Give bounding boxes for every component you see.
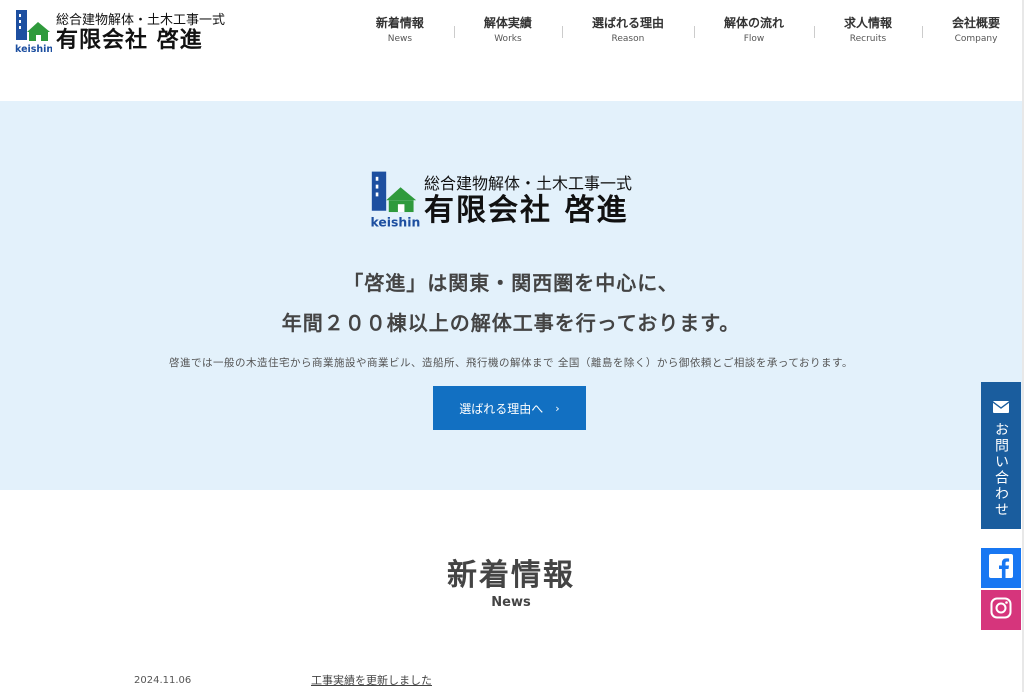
nav-item-reason[interactable]: 選ばれる理由 Reason [561,14,694,46]
site-header: keishin 総合建物解体・土木工事一式 有限会社 啓進 新着情報 News … [0,0,1024,100]
logo-tagline: 総合建物解体・土木工事一式 [56,13,226,28]
site-logo[interactable]: keishin 総合建物解体・土木工事一式 有限会社 啓進 [14,8,226,55]
hero-logo-tagline: 総合建物解体・土木工事一式 [424,174,633,193]
nav-item-sublabel: Works [494,34,522,44]
news-date: 2024.11.06 [134,674,192,686]
news-subtitle: News [491,595,531,610]
logo-mark-icon: keishin [14,8,53,55]
hero-logo: keishin 総合建物解体・土木工事一式 有限会社 啓進 [368,169,632,229]
nav-item-label: 求人情報 [843,16,892,30]
nav-item-label: 選ばれる理由 [591,16,664,30]
facebook-icon [989,554,1013,582]
news-title: 新着情報 [447,558,575,593]
nav-item-label: 会社概要 [951,16,1000,30]
hero-description: 啓進では一般の木造住宅から商業施設や商業ビル、造船所、飛行機の解体まで 全国（離… [169,357,853,369]
nav-item-label: 解体実績 [483,16,532,30]
news-link[interactable]: 工事実績を更新しました [311,672,432,688]
instagram-icon [990,597,1012,623]
global-nav: 新着情報 News 解体実績 Works 選ばれる理由 Reason 解体の流れ… [376,14,1000,46]
logo-company-name: 有限会社 啓進 [56,28,203,53]
nav-item-recruits[interactable]: 求人情報 Recruits [813,14,922,46]
nav-item-sublabel: Reason [611,34,645,44]
nav-item-sublabel: Flow [743,34,765,44]
nav-item-label: 新着情報 [375,16,424,30]
hero-logo-company-name: 有限会社 啓進 [424,193,629,228]
nav-item-sublabel: Recruits [849,34,887,44]
nav-item-company[interactable]: 会社概要 Company [921,14,1000,46]
nav-item-flow[interactable]: 解体の流れ Flow [693,14,814,46]
reason-button[interactable]: 選ばれる理由へ › [433,386,586,430]
reason-button-label: 選ばれる理由へ [459,401,544,416]
mail-icon [992,398,1010,413]
nav-item-sublabel: News [387,34,413,44]
nav-item-works[interactable]: 解体実績 Works [453,14,562,46]
news-list-item: 2024.11.06 工事実績を更新しました [134,672,834,688]
hero-headline-line2: 年間２００棟以上の解体工事を行っております。 [281,311,741,335]
logo-mark-text: keishin [15,44,52,54]
contact-label: お問い合わせ [993,422,1009,518]
logo-mark-icon: keishin [368,169,420,229]
hero-headline-line1: 「啓進」は関東・関西圏を中心に、 [343,271,679,295]
hero-section: keishin 総合建物解体・土木工事一式 有限会社 啓進 「啓進」は関東・関西… [0,101,1022,490]
facebook-button[interactable] [981,548,1021,588]
nav-item-news[interactable]: 新着情報 News [376,14,454,46]
instagram-button[interactable] [981,590,1021,630]
logo-mark-text: keishin [371,214,420,229]
nav-item-sublabel: Company [954,34,998,44]
chevron-right-icon: › [555,401,560,415]
nav-item-label: 解体の流れ [723,16,784,30]
contact-button[interactable]: お問い合わせ [981,382,1021,529]
